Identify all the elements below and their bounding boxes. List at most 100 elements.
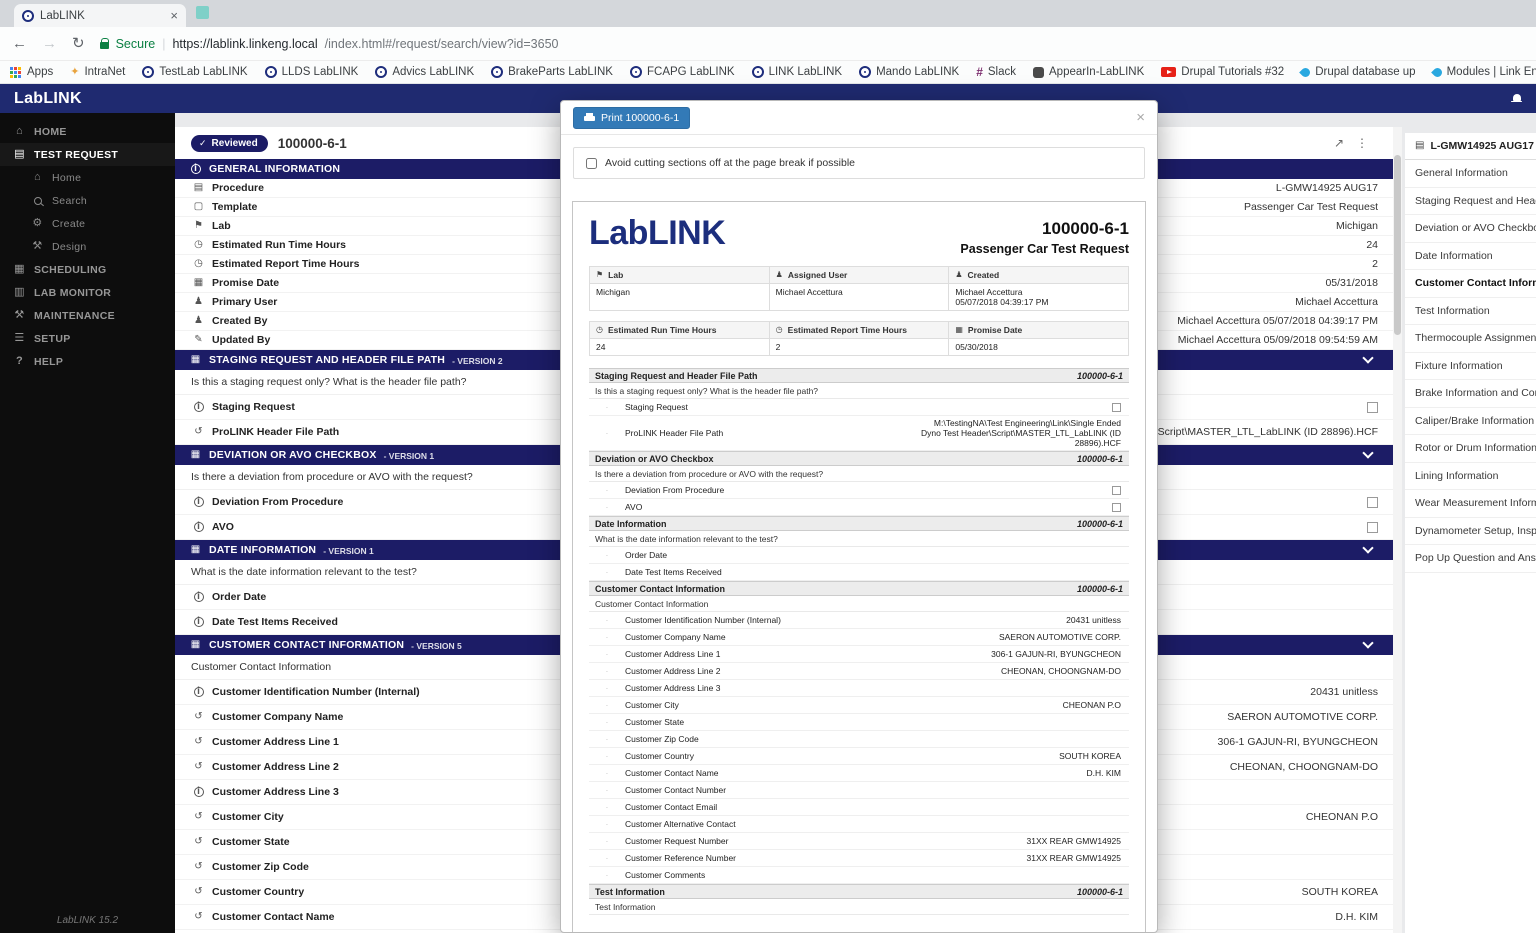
tab-favicon-icon	[22, 10, 34, 22]
field-checkbox[interactable]	[1367, 497, 1378, 508]
bookmark[interactable]: AppearIn-LabLINK	[1033, 66, 1144, 78]
outline-item[interactable]: Deviation or AVO Checkbox	[1405, 215, 1536, 243]
outline-item[interactable]: Customer Contact Information	[1405, 270, 1536, 298]
bookmark-label: IntraNet	[84, 66, 125, 78]
overflow-icon[interactable]	[1356, 137, 1368, 149]
outline-item[interactable]: Date Information	[1405, 243, 1536, 271]
row-marker	[589, 403, 625, 412]
bookmark[interactable]: IntraNet	[70, 66, 125, 78]
doc-field-label: Customer Contact Number	[625, 785, 726, 795]
outline-item[interactable]: Test Information	[1405, 298, 1536, 326]
bookmark[interactable]: LINK LabLINK	[752, 66, 843, 78]
outline-item[interactable]: Caliper/Brake Information	[1405, 408, 1536, 436]
sidebar-item[interactable]: SCHEDULING	[0, 258, 175, 281]
bookmark[interactable]: LLDS LabLINK	[265, 66, 359, 78]
procedure-outline-panel: L-GMW14925 AUG17 General Information Sta…	[1405, 133, 1536, 933]
section-version: - VERSION 5	[411, 641, 462, 651]
doc-section-header: Date Information 100000-6-1	[589, 516, 1129, 531]
bookmark[interactable]: Mando LabLINK	[859, 66, 959, 78]
field-checkbox[interactable]	[1367, 522, 1378, 533]
doc-field-label: Staging Request	[625, 402, 688, 412]
doc-time-table: Estimated Run Time Hours 24 Estimated Re…	[589, 321, 1129, 356]
outline-item[interactable]: Staging Request and Header File Path	[1405, 188, 1536, 216]
chevron-down-icon[interactable]	[1362, 637, 1373, 648]
doc-column-icon	[955, 326, 963, 334]
bookmark[interactable]: BrakeParts LabLINK	[491, 66, 613, 78]
doc-field-row: Customer Address Line 3	[589, 680, 1129, 697]
scrollbar[interactable]	[1393, 127, 1402, 933]
outline-item[interactable]: Lining Information	[1405, 463, 1536, 491]
sidebar-item[interactable]: MAINTENANCE	[0, 304, 175, 327]
chevron-down-icon[interactable]	[1362, 352, 1373, 363]
outline-item[interactable]: Wear Measurement Information	[1405, 490, 1536, 518]
sidebar-item[interactable]: HELP	[0, 350, 175, 373]
outline-list: General Information Staging Request and …	[1405, 160, 1536, 573]
doc-column-label: Lab	[608, 270, 623, 280]
doc-field-label: Customer Request Number	[625, 836, 728, 846]
forward-button[interactable]	[42, 36, 57, 51]
browser-tab[interactable]: LabLINK	[14, 4, 186, 27]
sidebar-item[interactable]: Search	[0, 189, 175, 212]
outline-item[interactable]: Pop Up Question and Answers	[1405, 545, 1536, 573]
chevron-down-icon[interactable]	[1362, 447, 1373, 458]
doc-section-question: Test Information	[589, 899, 1129, 915]
bookmark[interactable]: Apps	[9, 66, 53, 79]
sidebar-item[interactable]: HOME	[0, 120, 175, 143]
scrollbar-thumb[interactable]	[1394, 155, 1401, 335]
field-value: Passenger Car Test Request	[1244, 201, 1378, 213]
doc-column-label: Assigned User	[788, 270, 848, 280]
doc-column-header: Lab	[590, 267, 769, 284]
outline-item-label: Test Information	[1415, 305, 1490, 317]
sidebar-item[interactable]: SETUP	[0, 327, 175, 350]
outline-item-label: Staging Request and Header File Path	[1415, 195, 1536, 207]
outline-item[interactable]: Brake Information and Conditioning	[1405, 380, 1536, 408]
outline-item[interactable]: Thermocouple Assignment	[1405, 325, 1536, 353]
bookmark[interactable]: Modules | Link Engi	[1433, 66, 1536, 78]
doc-section-rows: Deviation From Procedure AVO	[589, 482, 1129, 516]
outline-item[interactable]: Fixture Information	[1405, 353, 1536, 381]
doc-column-icon	[776, 326, 783, 334]
sidebar-item[interactable]: Create	[0, 212, 175, 235]
back-button[interactable]	[12, 36, 27, 51]
outline-item[interactable]: Rotor or Drum Information	[1405, 435, 1536, 463]
reload-button[interactable]	[72, 36, 85, 51]
print-button[interactable]: Print 100000-6-1	[573, 107, 690, 129]
notifications-bell-icon[interactable]	[1511, 94, 1522, 104]
sidebar-item[interactable]: LAB MONITOR	[0, 281, 175, 304]
bookmark[interactable]: Drupal Tutorials #32	[1161, 66, 1284, 78]
row-marker	[589, 650, 625, 659]
doc-column-value: 05/30/2018	[949, 339, 1128, 355]
page-break-checkbox[interactable]	[586, 158, 597, 169]
bookmark[interactable]: Slack	[976, 66, 1016, 78]
bookmark-icon	[1161, 67, 1176, 77]
new-tab-button[interactable]	[196, 6, 209, 19]
doc-section-title: Test Information	[595, 887, 665, 897]
chevron-down-icon[interactable]	[1362, 542, 1373, 553]
expand-icon[interactable]	[1334, 137, 1344, 149]
bookmark[interactable]: FCAPG LabLINK	[630, 66, 735, 78]
field-icon	[191, 712, 206, 722]
outline-item[interactable]: General Information	[1405, 160, 1536, 188]
sidebar-item[interactable]: Home	[0, 166, 175, 189]
doc-field-value: 20431 unitless	[1056, 613, 1121, 627]
address-bar[interactable]: Secure https://lablink.linkeng.local/ind…	[100, 37, 559, 51]
close-icon[interactable]: ×	[1136, 109, 1145, 126]
request-id: 100000-6-1	[278, 136, 347, 151]
field-checkbox[interactable]	[1367, 402, 1378, 413]
bookmark[interactable]: Advics LabLINK	[375, 66, 474, 78]
tab-close-icon[interactable]	[170, 9, 178, 22]
sidebar-item[interactable]: TEST REQUEST	[0, 143, 175, 166]
doc-section-header: Deviation or AVO Checkbox 100000-6-1	[589, 451, 1129, 466]
sidebar-item-label: LAB MONITOR	[34, 287, 111, 299]
doc-subtitle: Passenger Car Test Request	[960, 242, 1129, 256]
bookmark-label: AppearIn-LabLINK	[1049, 66, 1144, 78]
bookmark[interactable]: TestLab LabLINK	[142, 66, 247, 78]
outline-item[interactable]: Dynamometer Setup, Inspection	[1405, 518, 1536, 546]
doc-column-value: 2	[770, 339, 949, 355]
sidebar-item-label: Home	[52, 172, 81, 184]
doc-field-value	[1111, 720, 1121, 724]
sidebar-item[interactable]: Design	[0, 235, 175, 258]
print-preview: LabLINK 100000-6-1 Passenger Car Test Re…	[572, 201, 1146, 933]
bookmark-label: FCAPG LabLINK	[647, 66, 735, 78]
bookmark[interactable]: Drupal database up	[1301, 66, 1415, 78]
